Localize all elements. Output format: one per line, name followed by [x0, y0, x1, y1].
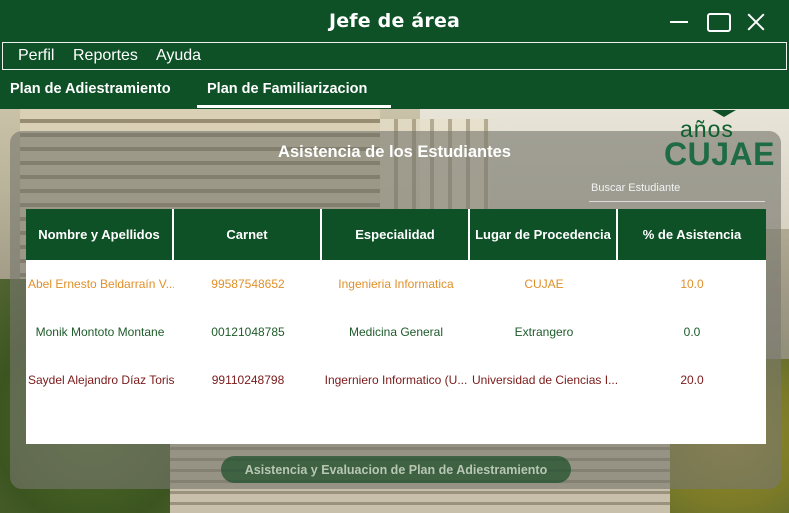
table-row[interactable]: Monik Montoto Montane 00121048785 Medici… [26, 308, 766, 356]
cell-carnet: 99587548652 [211, 277, 285, 291]
cell-carnet: 99110248798 [211, 373, 285, 387]
attendance-table: Nombre y Apellidos Carnet Especialidad L… [26, 209, 766, 444]
tab-bar: Plan de Adiestramiento Plan de Familiari… [0, 71, 789, 109]
title-bar[interactable]: Jefe de área [0, 0, 789, 42]
cell-lugar: CUJAE [524, 277, 564, 291]
cell-name: Saydel Alejandro Díaz Toris [28, 373, 174, 387]
cell-lugar: Universidad de Ciencias I... [472, 373, 618, 387]
column-header-nombre[interactable]: Nombre y Apellidos [26, 209, 174, 260]
column-header-especialidad[interactable]: Especialidad [322, 209, 470, 260]
cell-especialidad: Ingerniero Informatico (U... [324, 373, 468, 387]
attendance-evaluation-button[interactable]: Asistencia y Evaluacion de Plan de Adies… [221, 456, 571, 483]
cell-lugar: Extrangero [514, 325, 574, 339]
cell-asistencia: 20.0 [680, 373, 704, 387]
logo-brand-text: CUJAE [664, 136, 775, 172]
maximize-icon[interactable] [703, 8, 733, 36]
cujae-logo: años CUJAE [662, 110, 775, 174]
active-tab-indicator [197, 105, 391, 108]
column-header-asistencia[interactable]: % de Asistencia [618, 209, 766, 260]
close-icon[interactable] [741, 8, 771, 36]
search-input[interactable]: Buscar Estudiante [589, 180, 765, 202]
cell-asistencia: 10.0 [680, 277, 704, 291]
menu-item-reportes[interactable]: Reportes [73, 47, 138, 65]
column-header-lugar[interactable]: Lugar de Procedencia [470, 209, 618, 260]
table-row[interactable]: Saydel Alejandro Díaz Toris 99110248798 … [26, 356, 766, 404]
column-header-carnet[interactable]: Carnet [174, 209, 322, 260]
tab-plan-adiestramiento[interactable]: Plan de Adiestramiento [10, 81, 171, 97]
cell-asistencia: 0.0 [683, 325, 701, 339]
app-window: Jefe de área Perfil Reportes Ayuda Plan … [0, 0, 789, 513]
cell-name: Monik Montoto Montane [35, 325, 165, 339]
cell-carnet: 00121048785 [211, 325, 285, 339]
tab-plan-familiarizacion[interactable]: Plan de Familiarizacion [207, 81, 367, 97]
cell-especialidad: Ingenieria Informatica [338, 277, 454, 291]
menu-bar: Perfil Reportes Ayuda [2, 42, 787, 70]
table-header: Nombre y Apellidos Carnet Especialidad L… [26, 209, 766, 260]
table-row[interactable]: Abel Ernesto Beldarraín V... 99587548652… [26, 260, 766, 308]
search-placeholder: Buscar Estudiante [591, 182, 681, 194]
menu-item-perfil[interactable]: Perfil [18, 47, 54, 65]
minimize-icon[interactable] [664, 8, 694, 36]
cell-name: Abel Ernesto Beldarraín V... [28, 277, 174, 291]
cell-especialidad: Medicina General [348, 325, 444, 339]
menu-item-ayuda[interactable]: Ayuda [156, 47, 201, 65]
